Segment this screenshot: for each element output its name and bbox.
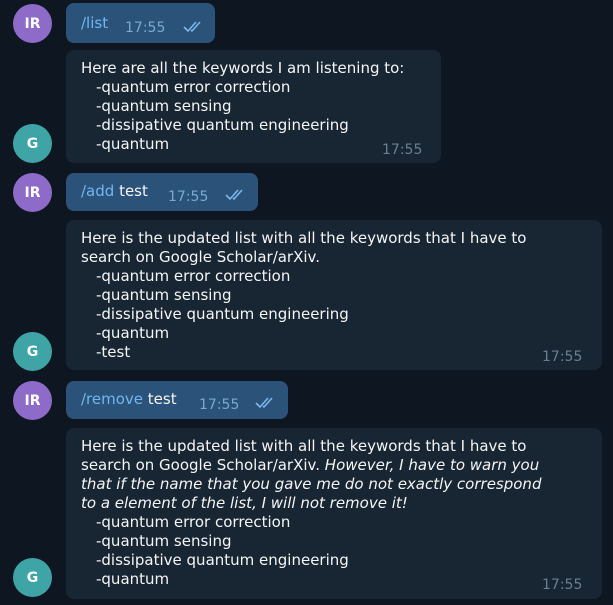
keyword-item: -quantum error correction <box>96 267 291 285</box>
avatar[interactable]: IR <box>13 381 52 420</box>
message-bubble-incoming[interactable]: Here is the updated list with all the ke… <box>66 428 602 599</box>
keyword-item: -dissipative quantum engineering <box>96 551 349 569</box>
message-bubble-incoming[interactable]: Here is the updated list with all the ke… <box>66 220 602 370</box>
message-text: search on Google Scholar/arXiv. <box>81 248 321 266</box>
message-time: 17:55 <box>199 397 240 413</box>
message-text: Here is the updated list with all the ke… <box>81 437 527 455</box>
message-text: test <box>143 390 177 408</box>
keyword-item: -dissipative quantum engineering <box>96 116 349 134</box>
bot-command-link[interactable]: /add <box>81 182 114 200</box>
double-check-icon <box>225 189 243 201</box>
warning-text: to a element of the list, I will not rem… <box>81 494 408 512</box>
message-text: Here are all the keywords I am listening… <box>81 59 405 77</box>
keyword-item: -dissipative quantum engineering <box>96 305 349 323</box>
message-text: Here is the updated list with all the ke… <box>81 229 527 247</box>
message-time: 17:55 <box>542 349 583 365</box>
avatar[interactable]: G <box>13 332 52 371</box>
warning-text: However, I have to warn you <box>324 456 540 474</box>
keyword-item: -quantum <box>96 324 170 342</box>
message-time: 17:55 <box>168 189 209 205</box>
avatar[interactable]: IR <box>13 4 52 43</box>
avatar[interactable]: G <box>13 558 52 597</box>
message-bubble-outgoing[interactable]: /add test 17:55 <box>66 173 258 211</box>
double-check-icon <box>255 397 273 409</box>
keyword-item: -quantum sensing <box>96 97 232 115</box>
message-text: search on Google Scholar/arXiv. However,… <box>81 456 588 475</box>
avatar[interactable]: G <box>13 124 52 163</box>
bot-command-link[interactable]: /remove <box>81 390 143 408</box>
message-text: test <box>114 182 148 200</box>
message-time: 17:55 <box>382 142 423 158</box>
message-bubble-outgoing[interactable]: /list 17:55 <box>66 3 215 43</box>
message-text: search on Google Scholar/arXiv. <box>81 456 325 474</box>
message-time: 17:55 <box>542 577 583 593</box>
message-bubble-outgoing[interactable]: /remove test 17:55 <box>66 381 288 419</box>
keyword-item: -quantum <box>96 135 170 153</box>
message-time: 17:55 <box>125 20 166 36</box>
bot-command-link[interactable]: /list <box>81 14 108 32</box>
message-bubble-incoming[interactable]: Here are all the keywords I am listening… <box>66 50 441 163</box>
keyword-item: -quantum error correction <box>96 78 291 96</box>
keyword-item: -quantum sensing <box>96 286 232 304</box>
avatar[interactable]: IR <box>13 173 52 212</box>
keyword-item: -test <box>96 343 131 361</box>
warning-text: that if the name that you gave me do not… <box>81 475 542 493</box>
keyword-item: -quantum <box>96 570 170 588</box>
keyword-item: -quantum sensing <box>96 532 232 550</box>
double-check-icon <box>183 21 201 33</box>
keyword-item: -quantum error correction <box>96 513 291 531</box>
